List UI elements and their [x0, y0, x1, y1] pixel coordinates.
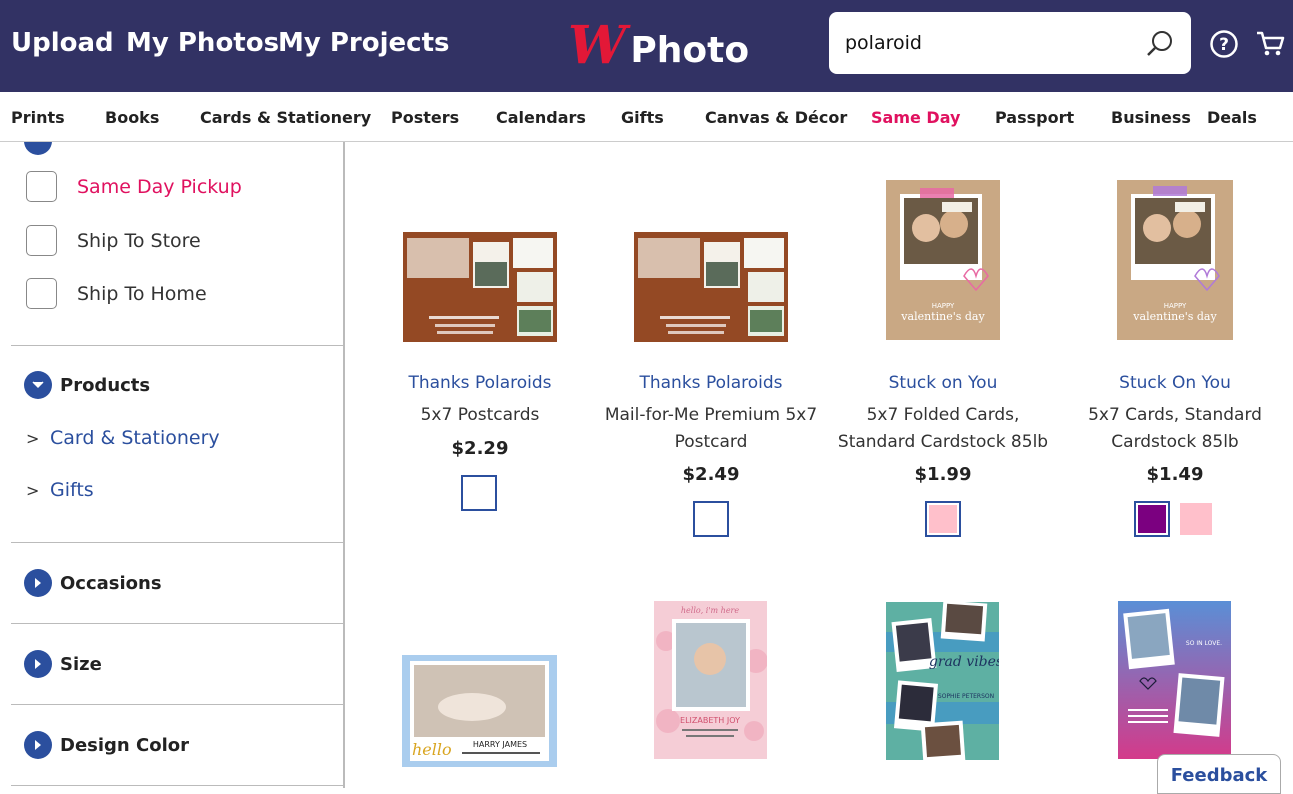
divider — [11, 704, 343, 705]
cat-deals[interactable]: Deals — [1207, 108, 1257, 127]
size-title: Size — [60, 653, 102, 675]
thumb-happy-text: HAPPY — [932, 302, 955, 310]
product-card[interactable]: HAPPY valentine's day Stuck On You 5x7 C… — [1059, 142, 1291, 552]
filter-link-gifts[interactable]: > Gifts — [26, 479, 94, 501]
product-image[interactable]: HAPPY valentine's day — [886, 180, 1000, 340]
divider — [11, 542, 343, 543]
cat-passport[interactable]: Passport — [995, 108, 1074, 127]
product-subtitle: 5x7 Cards, Standard Cardstock 85lb — [1088, 405, 1262, 452]
product-image-grad-card[interactable]: grad vibes SOPHIE PETERSON — [886, 602, 999, 760]
filter-sidebar: Same Day Pickup Ship To Store Ship To Ho… — [0, 142, 345, 788]
thumb-so-in-love-text: SO IN LOVE. — [1186, 640, 1222, 647]
help-icon[interactable]: ? — [1209, 29, 1239, 59]
product-subtitle: 5x7 Postcards — [420, 405, 540, 425]
thumb-valentine-text: valentine's day — [900, 310, 985, 323]
chevron-right-icon — [24, 650, 52, 678]
product-price: $1.49 — [1146, 464, 1204, 485]
divider — [11, 785, 343, 786]
product-image[interactable] — [403, 232, 557, 342]
product-image-love-card[interactable]: SO IN LOVE. — [1118, 601, 1231, 759]
walgreens-photo-logo[interactable]: W Photo — [568, 18, 758, 74]
divider — [11, 623, 343, 624]
product-image-baby-announcement[interactable]: HARRY JAMES hello — [402, 655, 557, 767]
color-swatch-pink[interactable] — [925, 501, 961, 537]
products-section-header[interactable]: Products — [24, 371, 150, 399]
product-title[interactable]: Thanks Polaroids — [595, 373, 827, 393]
logo-photo-text: Photo — [630, 29, 750, 71]
occasions-section-header[interactable]: Occasions — [24, 569, 162, 597]
product-title[interactable]: Stuck on You — [827, 373, 1059, 393]
product-title[interactable]: Stuck On You — [1059, 373, 1291, 393]
thumb-sophie-text: SOPHIE PETERSON — [938, 693, 994, 700]
product-card[interactable]: HAPPY valentine's day Stuck on You 5x7 F… — [827, 142, 1059, 552]
design-color-section-header[interactable]: Design Color — [24, 731, 189, 759]
collapse-circle-icon[interactable] — [24, 142, 52, 155]
occasions-title: Occasions — [60, 572, 162, 594]
same-day-pickup-checkbox[interactable] — [26, 171, 57, 202]
ship-to-home-label[interactable]: Ship To Home — [77, 283, 207, 305]
thumb-harry-text: HARRY JAMES — [473, 740, 527, 749]
thumb-elizabeth-text: ELIZABETH JOY — [680, 716, 740, 725]
ship-to-store-label[interactable]: Ship To Store — [77, 230, 201, 252]
chevron-right-icon: > — [26, 480, 40, 500]
category-nav: Prints Books Cards & Stationery Posters … — [0, 92, 1293, 142]
cat-same-day[interactable]: Same Day — [871, 108, 960, 127]
search-icon[interactable] — [1145, 29, 1175, 59]
products-title: Products — [60, 374, 151, 396]
cat-posters[interactable]: Posters — [391, 108, 459, 127]
product-image-birth-announcement[interactable]: hello, i'm here ELIZABETH JOY — [654, 601, 767, 759]
product-price: $1.99 — [914, 464, 972, 485]
cat-canvas-decor[interactable]: Canvas & Décor — [705, 108, 847, 127]
thumb-hello-baby-text: hello, i'm here — [681, 606, 740, 615]
walgreens-w-logo: W — [568, 15, 627, 76]
filter-link-card-stationery[interactable]: > Card & Stationery — [26, 427, 220, 449]
thumb-grad-text: grad vibes — [929, 654, 999, 670]
product-image[interactable] — [634, 232, 788, 342]
product-price: $2.29 — [451, 438, 509, 459]
cart-icon[interactable] — [1256, 30, 1286, 58]
filter-link-label: Gifts — [50, 479, 94, 501]
nav-upload[interactable]: Upload — [11, 28, 114, 58]
color-swatch-purple[interactable] — [1134, 501, 1170, 537]
ship-to-home-checkbox[interactable] — [26, 278, 57, 309]
chevron-down-icon — [24, 371, 52, 399]
color-swatch-white[interactable] — [693, 501, 729, 537]
cat-books[interactable]: Books — [105, 108, 159, 127]
product-subtitle: Mail-for-Me Premium 5x7 Postcard — [604, 405, 818, 452]
ship-to-store-checkbox[interactable] — [26, 225, 57, 256]
product-image[interactable]: HAPPY valentine's day — [1117, 180, 1233, 340]
chevron-right-icon: > — [26, 428, 40, 448]
design-color-title: Design Color — [60, 734, 189, 756]
product-title[interactable]: Thanks Polaroids — [364, 373, 596, 393]
chevron-right-icon — [24, 731, 52, 759]
product-card[interactable]: Thanks Polaroids Mail-for-Me Premium 5x7… — [595, 142, 827, 552]
search-box — [829, 12, 1191, 74]
product-price: $2.49 — [682, 464, 740, 485]
divider — [11, 345, 343, 346]
cat-cards-stationery[interactable]: Cards & Stationery — [200, 108, 371, 127]
same-day-pickup-label[interactable]: Same Day Pickup — [77, 176, 242, 198]
cat-gifts[interactable]: Gifts — [621, 108, 664, 127]
chevron-right-icon — [24, 569, 52, 597]
nav-my-photos[interactable]: My Photos — [126, 28, 279, 58]
size-section-header[interactable]: Size — [24, 650, 102, 678]
cat-business[interactable]: Business — [1111, 108, 1191, 127]
top-header: Upload My Photos My Projects W Photo ? — [0, 0, 1293, 92]
filter-link-label: Card & Stationery — [50, 427, 220, 449]
cat-calendars[interactable]: Calendars — [496, 108, 586, 127]
search-input[interactable] — [845, 12, 1135, 74]
thumb-hello-text: hello — [412, 740, 452, 759]
color-swatch-white[interactable] — [461, 475, 497, 511]
nav-my-projects[interactable]: My Projects — [278, 28, 449, 58]
svg-text:?: ? — [1219, 35, 1229, 55]
clipped-filter-heading — [70, 142, 230, 145]
thumb-happy-text: HAPPY — [1164, 302, 1187, 310]
feedback-button[interactable]: Feedback — [1157, 754, 1281, 794]
thumb-valentine-text: valentine's day — [1132, 310, 1217, 323]
color-swatch-pink[interactable] — [1180, 503, 1212, 535]
product-card[interactable]: Thanks Polaroids 5x7 Postcards $2.29 — [364, 142, 596, 522]
product-subtitle: 5x7 Folded Cards, Standard Cardstock 85l… — [837, 405, 1049, 452]
cat-prints[interactable]: Prints — [11, 108, 65, 127]
